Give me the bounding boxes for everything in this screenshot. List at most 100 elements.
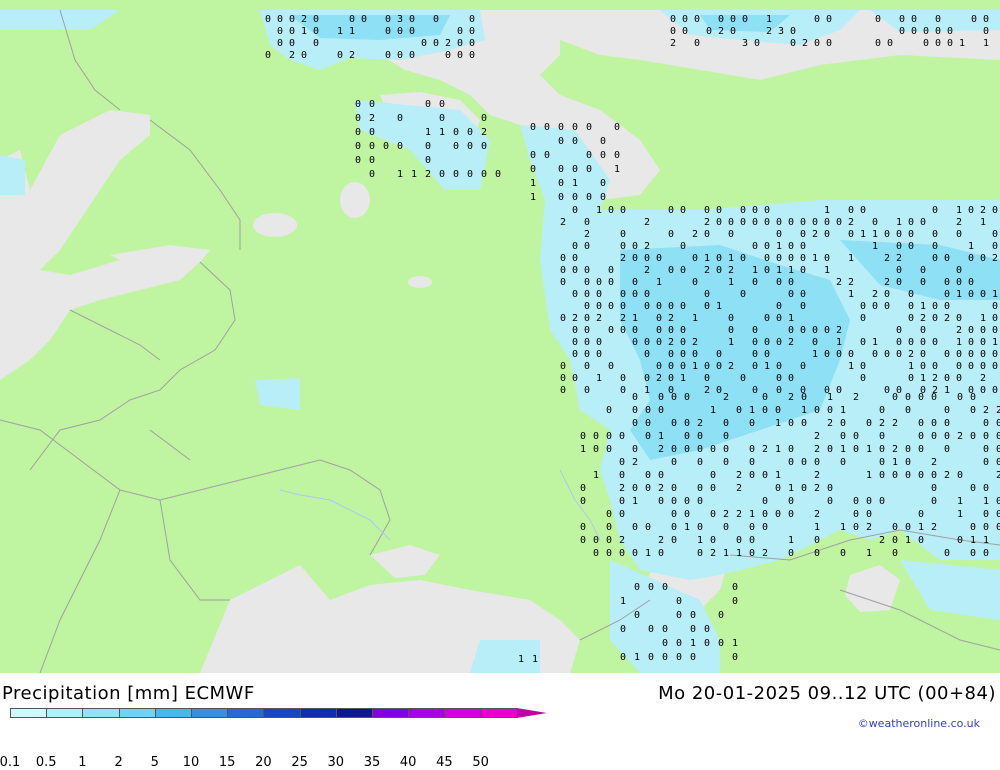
point-value: 1 (620, 596, 626, 607)
point-value: 1 (848, 289, 854, 300)
point-value: 0 (658, 548, 664, 559)
point-value: 0 (668, 349, 674, 360)
point-value: 1 (959, 38, 965, 49)
point-value: 0 (788, 509, 794, 520)
point-value: 0 (596, 277, 602, 288)
point-value: 0 (836, 385, 842, 396)
point-value: 0 (671, 457, 677, 468)
point-value: 0 (908, 337, 914, 348)
point-value: 0 (853, 496, 859, 507)
point-value: 0 (983, 522, 989, 533)
point-value: 0 (887, 38, 893, 49)
point-value: 0 (716, 217, 722, 228)
point-value: 2 (814, 509, 820, 520)
point-value: 0 (980, 361, 986, 372)
point-value: 0 (996, 418, 1000, 429)
point-value: 0 (584, 301, 590, 312)
point-value: 1 (788, 265, 794, 276)
point-value: 0 (608, 205, 614, 216)
point-value: 1 (840, 522, 846, 533)
point-value: 1 (530, 178, 536, 189)
point-value: 1 (918, 522, 924, 533)
point-value: 0 (409, 14, 415, 25)
point-value: 0 (558, 164, 564, 175)
point-value: 0 (931, 431, 937, 442)
point-value: 0 (923, 26, 929, 37)
point-value: 0 (671, 509, 677, 520)
point-value: 0 (879, 431, 885, 442)
point-value: 0 (606, 405, 612, 416)
point-value: 0 (932, 229, 938, 240)
point-value: 0 (728, 325, 734, 336)
credit-link[interactable]: ©weatheronline.co.uk (858, 717, 980, 730)
point-value: 0 (670, 26, 676, 37)
point-value: 0 (944, 373, 950, 384)
point-value: 0 (680, 325, 686, 336)
point-value: 1 (824, 265, 830, 276)
point-value: 0 (671, 535, 677, 546)
point-value: 0 (671, 496, 677, 507)
point-value: 0 (983, 14, 989, 25)
legend-tick-label: 50 (472, 755, 489, 770)
point-value: 1 (840, 405, 846, 416)
point-value: 0 (788, 289, 794, 300)
point-value: 0 (634, 610, 640, 621)
point-value: 1 (776, 265, 782, 276)
point-value: 0 (944, 349, 950, 360)
point-value: 0 (776, 373, 782, 384)
point-value: 0 (752, 337, 758, 348)
point-value: 1 (992, 337, 998, 348)
point-value: 2 (481, 127, 487, 138)
point-value: 0 (920, 277, 926, 288)
point-value: 0 (983, 457, 989, 468)
point-value: 0 (824, 349, 830, 360)
point-value: 0 (749, 535, 755, 546)
point-value: 0 (775, 483, 781, 494)
point-value: 0 (762, 470, 768, 481)
point-value: 0 (788, 325, 794, 336)
point-value: 0 (645, 522, 651, 533)
point-value: 0 (992, 385, 998, 396)
legend-tick-label: 0.1 (0, 755, 21, 770)
point-value: 1 (728, 337, 734, 348)
point-value: 0 (840, 431, 846, 442)
point-value: 1 (957, 496, 963, 507)
point-value: 0 (355, 141, 361, 152)
point-value: 0 (752, 241, 758, 252)
point-value: 0 (620, 301, 626, 312)
point-value: 0 (680, 301, 686, 312)
point-value: 0 (704, 229, 710, 240)
point-value: 0 (788, 253, 794, 264)
point-value: 0 (905, 444, 911, 455)
point-value: 0 (968, 337, 974, 348)
point-value: 1 (896, 217, 902, 228)
point-value: 0 (558, 122, 564, 133)
point-value: 2 (892, 444, 898, 455)
point-value: 2 (619, 483, 625, 494)
point-value: 2 (289, 50, 295, 61)
point-value: 2 (956, 217, 962, 228)
point-value: 0 (632, 522, 638, 533)
point-value: 1 (736, 548, 742, 559)
point-value: 0 (788, 548, 794, 559)
point-value: 0 (596, 289, 602, 300)
point-value: 2 (560, 217, 566, 228)
point-value: 1 (788, 313, 794, 324)
point-value: 0 (788, 217, 794, 228)
point-value: 2 (892, 418, 898, 429)
point-value: 0 (584, 337, 590, 348)
point-value: 1 (716, 301, 722, 312)
point-value: 2 (728, 265, 734, 276)
point-value: 0 (812, 337, 818, 348)
point-value: 0 (730, 26, 736, 37)
point-value: 1 (632, 313, 638, 324)
point-value: 0 (313, 14, 319, 25)
point-value: 0 (600, 136, 606, 147)
point-value: 0 (728, 229, 734, 240)
point-value: 0 (668, 229, 674, 240)
point-value: 0 (645, 405, 651, 416)
legend-swatch (480, 708, 518, 718)
point-value: 0 (814, 38, 820, 49)
point-value: 0 (752, 361, 758, 372)
point-value: 0 (896, 349, 902, 360)
